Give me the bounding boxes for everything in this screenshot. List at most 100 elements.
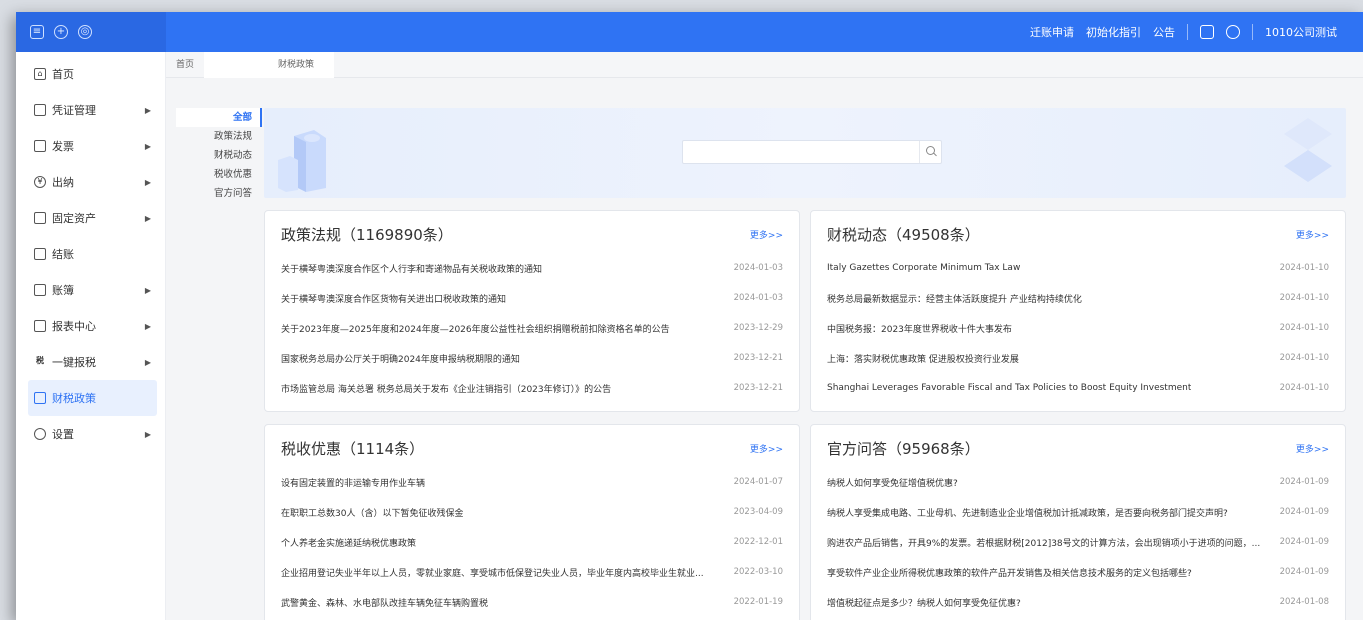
- item-title[interactable]: 企业招用登记失业半年以上人员，零就业家庭、享受城市低保登记失业人员，毕业年度内高…: [281, 566, 704, 579]
- item-title[interactable]: 市场监管总局 海关总署 税务总局关于发布《企业注销指引（2023年修订）》的公告: [281, 382, 611, 395]
- item-title[interactable]: 纳税人享受集成电路、工业母机、先进制造业企业增值税加计抵减政策，是否要向税务部门…: [827, 506, 1228, 519]
- item-date: 2024-01-10: [1279, 263, 1329, 273]
- list-item[interactable]: 纳税人享受集成电路、工业母机、先进制造业企业增值税加计抵减政策，是否要向税务部门…: [827, 497, 1329, 527]
- list-item[interactable]: Shanghai Leverages Favorable Fiscal and …: [827, 373, 1329, 403]
- list-item[interactable]: 税务总局最新数据显示：经营主体活跃度提升 产业结构持续优化 2024-01-10: [827, 283, 1329, 313]
- more-link[interactable]: 更多>>: [750, 228, 783, 241]
- search-icon[interactable]: [919, 141, 941, 163]
- sidebar-item-reports[interactable]: 报表中心 ▶: [16, 308, 165, 344]
- list-item[interactable]: 纳税人如何享受免征增值税优惠? 2024-01-09: [827, 467, 1329, 497]
- list-item[interactable]: 市场监管总局 海关总署 税务总局关于发布《企业注销指引（2023年修订）》的公告…: [281, 373, 783, 403]
- add-icon[interactable]: +: [54, 25, 68, 39]
- policy-icon: [34, 392, 46, 404]
- chevron-right-icon: ▶: [144, 321, 151, 331]
- item-date: 2024-01-09: [1279, 537, 1329, 547]
- category-preferential[interactable]: 税收优惠: [176, 165, 262, 184]
- item-title[interactable]: 关于横琴粤澳深度合作区个人行李和寄递物品有关税收政策的通知: [281, 262, 542, 275]
- sidebar-item-voucher[interactable]: 凭证管理 ▶: [16, 92, 165, 128]
- sidebar-item-settings[interactable]: 设置 ▶: [16, 416, 165, 452]
- sidebar-item-label: 账簿: [52, 284, 74, 297]
- item-title[interactable]: 增值税起征点是多少？纳税人如何享受免征优惠?: [827, 596, 1021, 609]
- preferential-card: 税收优惠（1114条） 更多>> 设有固定装置的非运输专用作业车辆 2024-01…: [264, 424, 800, 620]
- more-link[interactable]: 更多>>: [1296, 442, 1329, 455]
- sidebar-item-tax-policy[interactable]: 财税政策: [28, 380, 157, 416]
- sidebar-item-label: 出纳: [52, 176, 74, 189]
- list-item[interactable]: 在职职工总数30人（含）以下暂免征收残保金 2023-04-09: [281, 497, 783, 527]
- item-title[interactable]: Shanghai Leverages Favorable Fiscal and …: [827, 383, 1191, 393]
- item-title[interactable]: 国家税务总局办公厅关于明确2024年度申报纳税期限的通知: [281, 352, 520, 365]
- item-title[interactable]: 中国税务报：2023年度世界税收十件大事发布: [827, 322, 1012, 335]
- item-title[interactable]: Italy Gazettes Corporate Minimum Tax Law: [827, 263, 1020, 273]
- item-title[interactable]: 税务总局最新数据显示：经营主体活跃度提升 产业结构持续优化: [827, 292, 1082, 305]
- chevron-right-icon: ▶: [144, 213, 151, 223]
- category-qa[interactable]: 官方问答: [176, 184, 262, 203]
- building-illustration: [278, 130, 326, 192]
- invoice-icon: [34, 140, 46, 152]
- init-guide-link[interactable]: 初始化指引: [1086, 24, 1141, 40]
- item-title[interactable]: 购进农产品后销售，开具9%的发票。若根据财税[2012]38号文的计算方法，会出…: [827, 536, 1260, 549]
- item-date: 2024-01-07: [733, 477, 783, 487]
- sidebar-item-cashier[interactable]: ¥ 出纳 ▶: [16, 164, 165, 200]
- list-item[interactable]: 上海：落实财税优惠政策 促进股权投资行业发展 2024-01-10: [827, 343, 1329, 373]
- list-item[interactable]: 设有固定装置的非运输专用作业车辆 2024-01-07: [281, 467, 783, 497]
- tax-icon: 税: [36, 356, 44, 365]
- item-title[interactable]: 武警黄金、森林、水电部队改挂车辆免征车辆购置税: [281, 596, 488, 609]
- item-title[interactable]: 设有固定装置的非运输专用作业车辆: [281, 476, 425, 489]
- card-title: 税收优惠（1114条）: [281, 439, 425, 458]
- list-item[interactable]: 享受软件产业企业所得税优惠政策的软件产品开发销售及相关信息技术服务的定义包括哪些…: [827, 557, 1329, 587]
- sidebar-item-fixed-assets[interactable]: 固定资产 ▶: [16, 200, 165, 236]
- list-item[interactable]: 增值税起征点是多少？纳税人如何享受免征优惠? 2024-01-08: [827, 587, 1329, 617]
- download-icon[interactable]: [1200, 25, 1214, 39]
- cashier-icon: ¥: [34, 176, 46, 188]
- sidebar-item-label: 报表中心: [52, 320, 96, 333]
- list-item[interactable]: 中国税务报：2023年度世界税收十件大事发布 2024-01-10: [827, 313, 1329, 343]
- transfer-application-link[interactable]: 迁账申请: [1030, 24, 1074, 40]
- tab-tax-policy[interactable]: 财税政策×: [204, 51, 335, 96]
- category-policy[interactable]: 政策法规: [176, 127, 262, 146]
- company-name[interactable]: 1010公司测试: [1265, 24, 1337, 40]
- chevron-right-icon: ▶: [144, 141, 151, 151]
- announcement-link[interactable]: 公告: [1153, 24, 1175, 40]
- item-title[interactable]: 上海：落实财税优惠政策 促进股权投资行业发展: [827, 352, 1019, 365]
- more-link[interactable]: 更多>>: [750, 442, 783, 455]
- sidebar-item-home[interactable]: ⌂ 首页: [16, 56, 165, 92]
- main-content: 全部 政策法规 财税动态 税收优惠 官方问答 政策法规（1169890条） 更多…: [166, 78, 1363, 620]
- list-item[interactable]: 武警黄金、森林、水电部队改挂车辆免征车辆购置税 2022-01-19: [281, 587, 783, 617]
- item-date: 2024-01-10: [1279, 323, 1329, 333]
- sidebar-item-tax-filing[interactable]: 税一键报税 ▶: [16, 344, 165, 380]
- item-title[interactable]: 个人养老金实施递延纳税优惠政策: [281, 536, 416, 549]
- more-link[interactable]: 更多>>: [1296, 228, 1329, 241]
- sidebar-item-label: 首页: [52, 68, 74, 81]
- search-box: [682, 140, 942, 164]
- item-date: 2024-01-08: [1279, 597, 1329, 607]
- search-input[interactable]: [683, 141, 919, 163]
- item-title[interactable]: 关于横琴粤澳深度合作区货物有关进出口税收政策的通知: [281, 292, 506, 305]
- tabs-bar: 首页 财税政策×: [166, 51, 1363, 96]
- sidebar: ⌂ 首页 凭证管理 ▶ 发票 ▶ ¥ 出纳 ▶ 固定资产 ▶ 结账 账簿 ▶ 报表中心 ▶ 税一…: [16, 52, 166, 620]
- voucher-icon: [34, 104, 46, 116]
- tab-home[interactable]: 首页: [166, 52, 204, 78]
- list-item[interactable]: Italy Gazettes Corporate Minimum Tax Law…: [827, 253, 1329, 283]
- list-item[interactable]: 关于2023年度—2025年度和2024年度—2026年度公益性社会组织捐赠税前…: [281, 313, 783, 343]
- category-all[interactable]: 全部: [176, 108, 262, 127]
- gear-icon[interactable]: ◎: [78, 25, 92, 39]
- list-item[interactable]: 购进农产品后销售，开具9%的发票。若根据财税[2012]38号文的计算方法，会出…: [827, 527, 1329, 557]
- sidebar-item-label: 结账: [52, 248, 74, 261]
- sidebar-item-label: 财税政策: [52, 392, 96, 405]
- item-title[interactable]: 关于2023年度—2025年度和2024年度—2026年度公益性社会组织捐赠税前…: [281, 322, 670, 335]
- item-title[interactable]: 纳税人如何享受免征增值税优惠?: [827, 476, 958, 489]
- list-item[interactable]: 关于横琴粤澳深度合作区货物有关进出口税收政策的通知 2024-01-03: [281, 283, 783, 313]
- support-icon[interactable]: [1226, 25, 1240, 39]
- message-icon[interactable]: ≡: [30, 25, 44, 39]
- list-item[interactable]: 企业招用登记失业半年以上人员，零就业家庭、享受城市低保登记失业人员，毕业年度内高…: [281, 557, 783, 587]
- list-item[interactable]: 个人养老金实施递延纳税优惠政策 2022-12-01: [281, 527, 783, 557]
- sidebar-item-closing[interactable]: 结账: [16, 236, 165, 272]
- list-item[interactable]: 关于横琴粤澳深度合作区个人行李和寄递物品有关税收政策的通知 2024-01-03: [281, 253, 783, 283]
- category-news[interactable]: 财税动态: [176, 146, 262, 165]
- diamond-decoration: [1284, 118, 1332, 182]
- item-title[interactable]: 享受软件产业企业所得税优惠政策的软件产品开发销售及相关信息技术服务的定义包括哪些…: [827, 566, 1192, 579]
- list-item[interactable]: 国家税务总局办公厅关于明确2024年度申报纳税期限的通知 2023-12-21: [281, 343, 783, 373]
- sidebar-item-ledger[interactable]: 账簿 ▶: [16, 272, 165, 308]
- sidebar-item-invoice[interactable]: 发票 ▶: [16, 128, 165, 164]
- item-title[interactable]: 在职职工总数30人（含）以下暂免征收残保金: [281, 506, 463, 519]
